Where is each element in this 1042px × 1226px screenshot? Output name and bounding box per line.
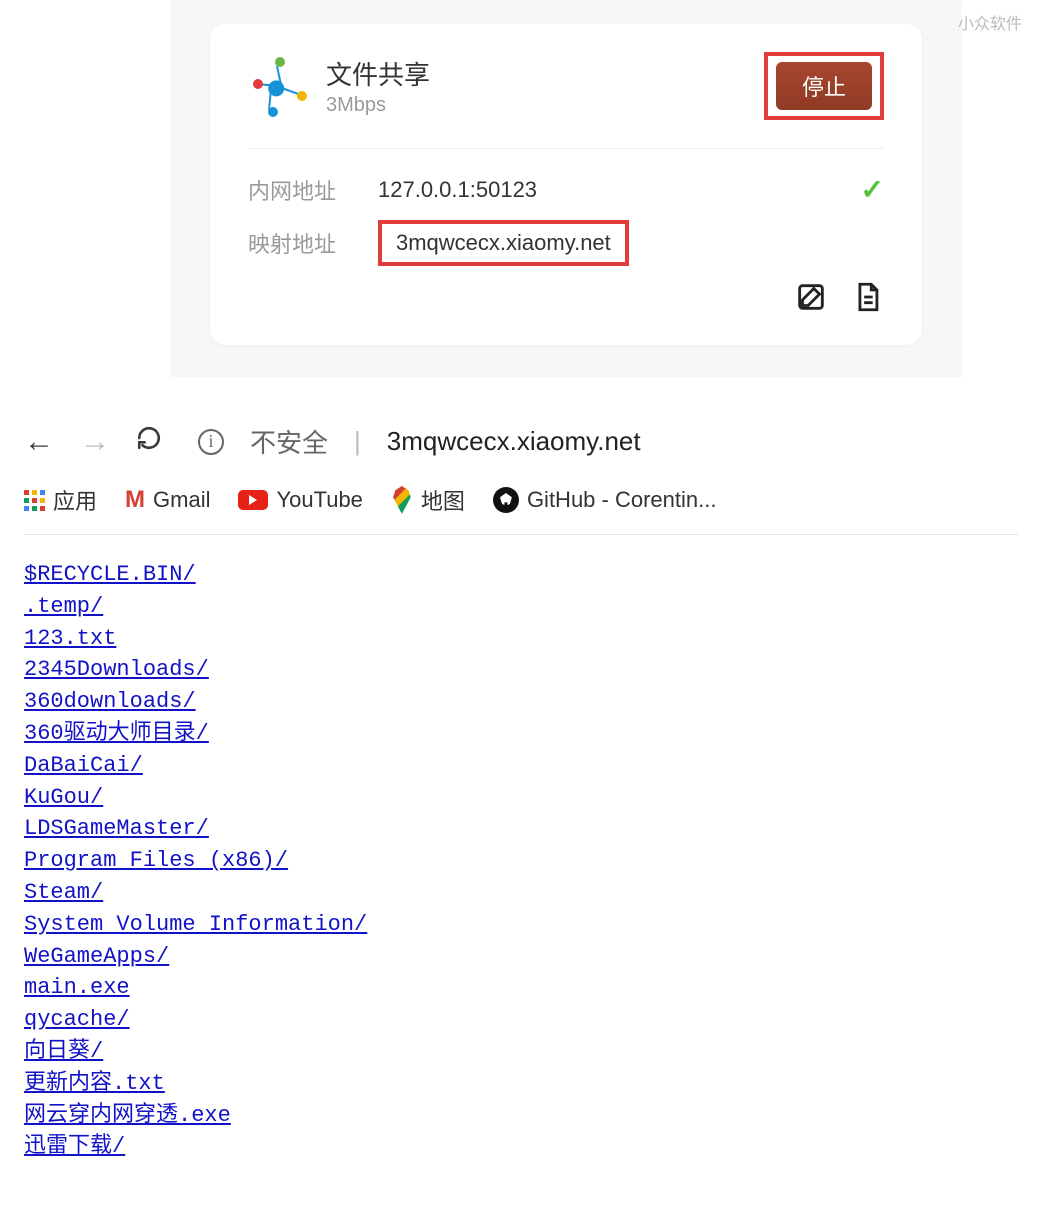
file-link[interactable]: 更新内容.txt — [24, 1071, 165, 1096]
bookmark-youtube[interactable]: YouTube — [238, 487, 362, 513]
file-link[interactable]: Steam/ — [24, 880, 103, 905]
file-link[interactable]: KuGou/ — [24, 785, 103, 810]
youtube-icon — [238, 490, 268, 510]
document-icon[interactable] — [850, 280, 884, 319]
bookmark-label: GitHub - Corentin... — [527, 487, 717, 513]
check-icon: ✓ — [861, 173, 884, 206]
file-link[interactable]: System Volume Information/ — [24, 912, 367, 937]
bookmark-apps[interactable]: 应用 — [24, 484, 97, 516]
insecure-label: 不安全 — [250, 423, 328, 460]
bookmark-label: Gmail — [153, 487, 210, 513]
bookmark-label: YouTube — [276, 487, 362, 513]
lan-row: 内网地址 127.0.0.1:50123 ✓ — [248, 173, 884, 206]
card-speed: 3Mbps — [326, 94, 764, 117]
url-separator: | — [354, 426, 361, 457]
file-link[interactable]: DaBaiCai/ — [24, 753, 143, 778]
map-label: 映射地址 — [248, 227, 378, 259]
card-backdrop: 文件共享 3Mbps 停止 内网地址 127.0.0.1:50123 ✓ 映射地… — [170, 0, 962, 377]
file-link[interactable]: Program Files (x86)/ — [24, 848, 288, 873]
file-link[interactable]: 网云穿内网穿透.exe — [24, 1103, 231, 1128]
file-link[interactable]: WeGameApps/ — [24, 944, 169, 969]
map-value-highlight: 3mqwcecx.xiaomy.net — [378, 220, 629, 266]
file-link[interactable]: 迅雷下载/ — [24, 1134, 125, 1159]
lan-label: 内网地址 — [248, 174, 378, 206]
reload-button[interactable] — [136, 425, 162, 458]
bookmarks-bar: 应用 M Gmail YouTube 地图 GitHub - Corentin.… — [24, 478, 1018, 535]
watermark-text: 小众软件 — [958, 10, 1022, 34]
bookmark-gmail[interactable]: M Gmail — [125, 486, 210, 514]
bookmark-github[interactable]: GitHub - Corentin... — [493, 487, 717, 513]
github-icon — [493, 487, 519, 513]
gmail-icon: M — [125, 486, 145, 514]
file-link[interactable]: main.exe — [24, 975, 130, 1000]
file-link[interactable]: 123.txt — [24, 626, 116, 651]
apps-icon — [24, 490, 45, 511]
file-link[interactable]: 2345Downloads/ — [24, 657, 209, 682]
card-header: 文件共享 3Mbps 停止 — [248, 52, 884, 149]
site-info-icon[interactable]: i — [198, 429, 224, 455]
bookmark-maps[interactable]: 地图 — [391, 484, 465, 516]
maps-icon — [391, 486, 413, 514]
browser-area: ← → i 不安全 | 3mqwcecx.xiaomy.net 应用 M Gma… — [24, 417, 1018, 1204]
stop-button-highlight: 停止 — [764, 52, 884, 120]
file-link[interactable]: 360驱动大师目录/ — [24, 721, 209, 746]
url-text[interactable]: 3mqwcecx.xiaomy.net — [387, 426, 641, 457]
card-title: 文件共享 — [326, 55, 764, 92]
file-link[interactable]: 向日葵/ — [24, 1039, 103, 1064]
lan-value: 127.0.0.1:50123 — [378, 177, 861, 203]
map-row: 映射地址 3mqwcecx.xiaomy.net — [248, 220, 884, 266]
edit-icon[interactable] — [794, 280, 828, 319]
back-button[interactable]: ← — [24, 425, 54, 459]
map-value: 3mqwcecx.xiaomy.net — [396, 230, 611, 255]
stop-button[interactable]: 停止 — [776, 62, 872, 110]
bookmark-label: 地图 — [421, 484, 465, 516]
share-icon — [248, 57, 306, 115]
bookmark-label: 应用 — [53, 484, 97, 516]
browser-toolbar: ← → i 不安全 | 3mqwcecx.xiaomy.net — [24, 417, 1018, 478]
file-listing: $RECYCLE.BIN/ .temp/123.txt 2345Downloads/… — [24, 535, 1018, 1204]
file-link[interactable]: $RECYCLE.BIN/ — [24, 562, 196, 587]
forward-button: → — [80, 425, 110, 459]
file-link[interactable]: LDSGameMaster/ — [24, 816, 209, 841]
share-card: 文件共享 3Mbps 停止 内网地址 127.0.0.1:50123 ✓ 映射地… — [210, 24, 922, 345]
file-link[interactable]: .temp/ — [24, 594, 103, 619]
file-link[interactable]: 360downloads/ — [24, 689, 196, 714]
file-link[interactable]: qycache/ — [24, 1007, 130, 1032]
